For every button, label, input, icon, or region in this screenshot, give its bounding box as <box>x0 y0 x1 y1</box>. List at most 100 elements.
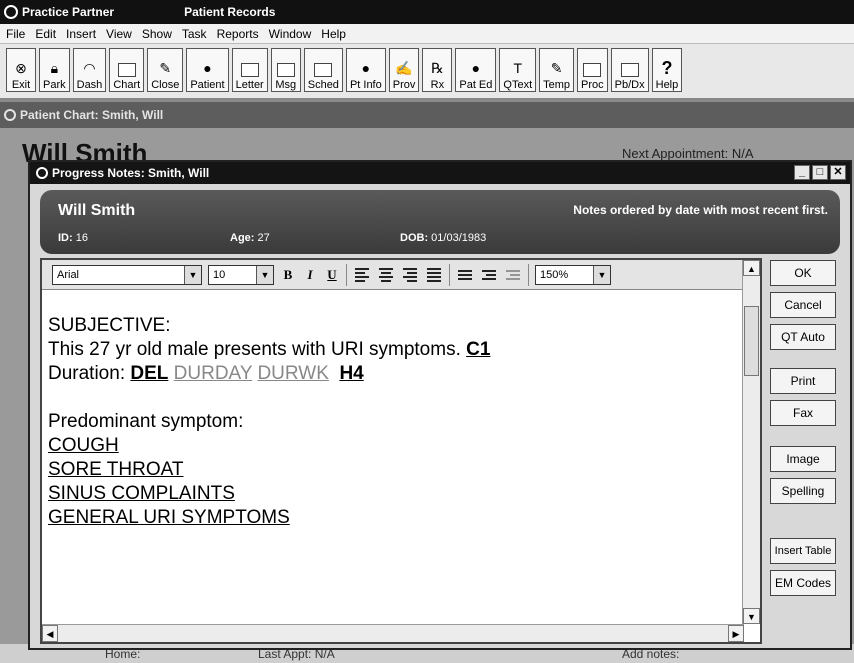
app-logo-icon <box>4 5 18 19</box>
menu-insert[interactable]: Insert <box>62 27 102 41</box>
rx-icon: ℞ <box>431 59 444 76</box>
dialog-title: Progress Notes: Smith, Will <box>52 166 210 180</box>
patient-id: ID: 16 <box>58 232 88 244</box>
align-left-icon[interactable] <box>353 266 371 284</box>
bullet-list-icon[interactable] <box>456 266 474 284</box>
indent-decrease-icon[interactable] <box>480 266 498 284</box>
toolbar-temp-button[interactable]: ✎ Temp <box>539 48 575 92</box>
underline-button[interactable]: U <box>324 267 340 283</box>
note-editor[interactable]: Arial ▼ 10 ▼ B I U 150% ▼ SUBJECTIVE: This … <box>40 258 762 644</box>
menu-task[interactable]: Task <box>178 27 213 41</box>
problem-diagnosis-icon <box>620 63 639 77</box>
toolbar-qtext-button[interactable]: T QText <box>499 48 537 92</box>
image-button[interactable]: Image <box>770 446 836 472</box>
window-controls: _ □ ✕ <box>794 165 846 180</box>
scroll-right-icon[interactable]: ▶ <box>728 625 744 642</box>
scroll-down-icon[interactable]: ▼ <box>743 608 760 624</box>
toolbar-help-button[interactable]: ? Help <box>651 48 683 92</box>
exit-icon: ⊗ <box>15 59 27 76</box>
next-appointment: Next Appointment: N/A <box>622 146 754 161</box>
minimize-icon[interactable]: _ <box>794 165 810 180</box>
ok-button[interactable]: OK <box>770 260 836 286</box>
toolbar-exit-button[interactable]: ⊗ Exit <box>6 48 36 92</box>
help-icon: ? <box>661 57 673 78</box>
toolbar-msg-button[interactable]: Msg <box>270 48 301 92</box>
scroll-thumb[interactable] <box>744 306 759 376</box>
bold-button[interactable]: B <box>280 267 296 283</box>
toolbar-dash-button[interactable]: ◠ Dash <box>72 48 107 92</box>
durwk-field[interactable]: DURWK <box>257 363 328 384</box>
header-patient-name: Will Smith <box>58 202 136 219</box>
toolbar-rx-button[interactable]: ℞ Rx <box>422 48 453 92</box>
app-titlebar: Practice Partner Patient Records <box>0 0 854 24</box>
subjective-heading: SUBJECTIVE: <box>48 315 171 336</box>
scroll-up-icon[interactable]: ▲ <box>743 260 760 276</box>
duration-label: Duration: <box>48 363 126 384</box>
vertical-scrollbar[interactable]: ▲ ▼ <box>742 260 760 624</box>
predominant-label: Predominant symptom: <box>48 411 244 432</box>
qt-auto-button[interactable]: QT Auto <box>770 324 836 350</box>
gauge-icon: ◠ <box>83 59 96 76</box>
patient-chart-titlebar: Patient Chart: Smith, Will <box>0 102 854 128</box>
horizontal-scrollbar[interactable]: ◀ ▶ <box>42 624 744 642</box>
menu-reports[interactable]: Reports <box>213 27 265 41</box>
message-icon <box>276 63 295 77</box>
symptom-link[interactable]: SINUS COMPLAINTS <box>48 482 490 506</box>
symptom-link[interactable]: COUGH <box>48 434 490 458</box>
menu-file[interactable]: File <box>2 27 31 41</box>
order-note: Notes ordered by date with most recent f… <box>573 203 828 217</box>
toolbar-patient-button[interactable]: ● Patient <box>186 48 229 92</box>
scroll-left-icon[interactable]: ◀ <box>42 625 58 642</box>
toolbar-pat-ed-button[interactable]: ● Pat Ed <box>455 48 497 92</box>
toolbar-park-button[interactable]: 🔒︎ Park <box>39 48 70 92</box>
person-icon: ● <box>203 60 212 76</box>
italic-button[interactable]: I <box>302 267 318 283</box>
maximize-icon[interactable]: □ <box>812 165 828 180</box>
toolbar-chart-button[interactable]: Chart <box>109 48 145 92</box>
c1-field[interactable]: C1 <box>466 339 490 360</box>
patient-education-icon: ● <box>471 60 481 76</box>
menu-help[interactable]: Help <box>317 27 352 41</box>
align-right-icon[interactable] <box>401 266 419 284</box>
toolbar-prov-button[interactable]: ✍ Prov <box>388 48 420 92</box>
toolbar-sched-button[interactable]: Sched <box>303 48 343 92</box>
patient-chart-title: Patient Chart: Smith, Will <box>20 108 164 122</box>
provider-icon: ✍ <box>395 59 413 76</box>
insert-table-button[interactable]: Insert Table <box>770 538 836 564</box>
font-select[interactable]: Arial ▼ <box>52 264 202 285</box>
symptom-link[interactable]: SORE THROAT <box>48 458 490 482</box>
toolbar-pt-info-button[interactable]: ● Pt Info <box>345 48 386 92</box>
spelling-button[interactable]: Spelling <box>770 478 836 504</box>
indent-increase-icon[interactable] <box>504 266 522 284</box>
close-icon[interactable]: ✕ <box>830 165 846 180</box>
font-size-select[interactable]: 10 ▼ <box>208 264 274 285</box>
print-button[interactable]: Print <box>770 368 836 394</box>
presents-text: This 27 yr old male presents with URI sy… <box>48 339 461 360</box>
cancel-button[interactable]: Cancel <box>770 292 836 318</box>
zoom-select[interactable]: 150% ▼ <box>535 264 611 285</box>
del-field[interactable]: DEL <box>130 363 168 384</box>
menu-view[interactable]: View <box>102 27 138 41</box>
align-justify-icon[interactable] <box>425 266 443 284</box>
toolbar-close-button[interactable]: ✎ Close <box>147 48 184 92</box>
menu-edit[interactable]: Edit <box>31 27 62 41</box>
chevron-down-icon: ▼ <box>184 265 201 284</box>
dialog-logo-icon <box>36 167 48 179</box>
calendar-icon <box>314 63 333 77</box>
main-toolbar: ⊗ Exit 🔒︎ Park ◠ Dash Chart ✎ Close ● Patient… <box>0 44 854 100</box>
toolbar-proc-button[interactable]: Proc <box>577 48 608 92</box>
toolbar-pbdx-button[interactable]: Pb/Dx <box>610 48 649 92</box>
procedure-icon <box>583 63 602 77</box>
align-center-icon[interactable] <box>377 266 395 284</box>
durday-field[interactable]: DURDAY <box>174 363 252 384</box>
menu-window[interactable]: Window <box>265 27 318 41</box>
patient-header: Will Smith Notes ordered by date with mo… <box>40 190 840 254</box>
menu-show[interactable]: Show <box>138 27 178 41</box>
letter-icon <box>240 63 259 77</box>
symptom-link[interactable]: GENERAL URI SYMPTOMS <box>48 506 490 530</box>
h4-field[interactable]: H4 <box>339 363 363 384</box>
em-codes-button[interactable]: EM Codes <box>770 570 836 596</box>
fax-button[interactable]: Fax <box>770 400 836 426</box>
toolbar-letter-button[interactable]: Letter <box>231 48 268 92</box>
chevron-down-icon: ▼ <box>256 265 273 284</box>
